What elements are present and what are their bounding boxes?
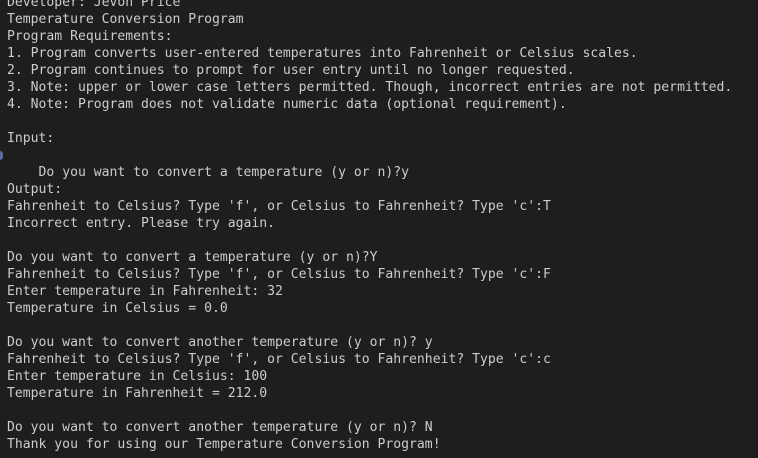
input-prompt-line: Do you want to convert a temperature (y … [0, 147, 758, 180]
line-marker-icon [0, 151, 3, 160]
requirement-1-line: 1. Program converts user-entered tempera… [7, 46, 638, 61]
scale-prompt-line: Fahrenheit to Celsius? Type 'f', or Cels… [7, 352, 551, 367]
program-title-line: Temperature Conversion Program [7, 12, 244, 27]
output-heading-line: Output: [7, 182, 63, 197]
convert-prompt-line: Do you want to convert a temperature (y … [7, 250, 378, 265]
celsius-result-line: Temperature in Celsius = 0.0 [7, 301, 228, 316]
scale-prompt-line: Fahrenheit to Celsius? Type 'f', or Cels… [7, 267, 551, 282]
requirement-3-line: 3. Note: upper or lower case letters per… [7, 80, 733, 95]
convert-another-prompt-line: Do you want to convert another temperatu… [7, 420, 433, 435]
celsius-entry-line: Enter temperature in Celsius: 100 [7, 369, 268, 384]
error-message-line: Incorrect entry. Please try again. [7, 216, 276, 231]
developer-line: Developer: Jevon Price [7, 0, 181, 10]
requirement-2-line: 2. Program continues to prompt for user … [7, 63, 575, 78]
thank-you-line: Thank you for using our Temperature Conv… [7, 437, 441, 452]
requirement-4-line: 4. Note: Program does not validate numer… [7, 97, 567, 112]
input-heading-line: Input: [7, 131, 55, 146]
fahrenheit-entry-line: Enter temperature in Fahrenheit: 32 [7, 284, 283, 299]
convert-another-prompt-line: Do you want to convert another temperatu… [7, 335, 433, 350]
fahrenheit-result-line: Temperature in Fahrenheit = 212.0 [7, 386, 268, 401]
requirements-heading-line: Program Requirements: [7, 29, 173, 44]
terminal-output[interactable]: Developer: Jevon Price Temperature Conve… [0, 0, 758, 458]
scale-prompt-line: Fahrenheit to Celsius? Type 'f', or Cels… [7, 199, 551, 214]
